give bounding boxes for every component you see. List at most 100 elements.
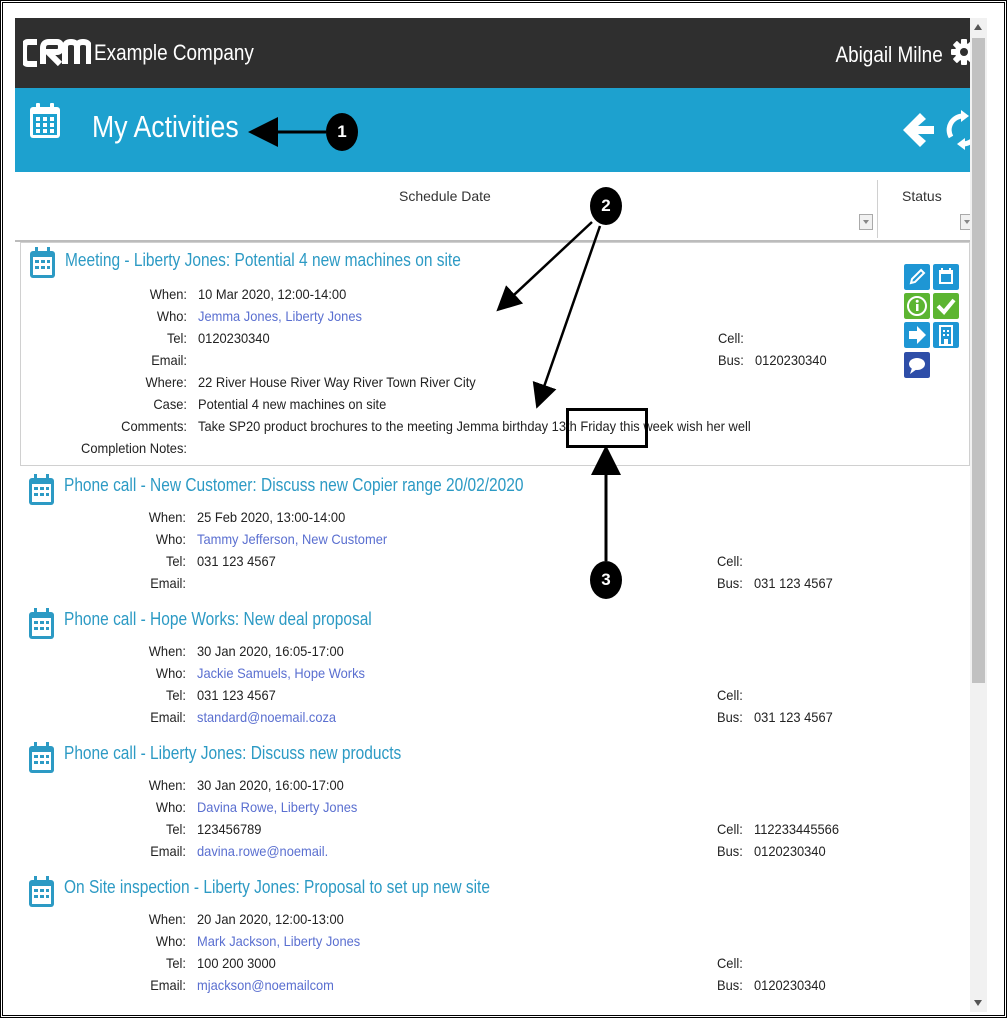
bus-label: Bus: [718,352,744,368]
when-label: When: [148,777,186,793]
case-value: Potential 4 new machines on site [198,396,387,412]
who-link[interactable]: Mark Jackson, Liberty Jones [197,933,360,949]
activity-item[interactable]: Phone call - Liberty Jones: Discuss new … [15,738,985,868]
email-label: Email: [150,843,186,859]
email-link[interactable]: mjackson@noemailcom [197,977,334,993]
tel-label: Tel: [165,687,186,703]
annotation-marker-1: 1 [326,113,358,151]
calendar-icon [29,608,54,639]
email-label: Email: [150,977,186,993]
who-label: Who: [155,799,186,815]
annotation-marker-2: 2 [590,187,622,225]
email-link[interactable]: standard@noemail.coza [197,709,336,725]
crm-app: Example Company Abigail Milne My Activit… [15,18,985,1012]
who-link[interactable]: Tammy Jefferson, New Customer [197,531,387,547]
activity-title-link[interactable]: On Site inspection - Liberty Jones: Prop… [64,877,490,898]
bus-label: Bus: [717,843,743,859]
when-label: When: [148,509,186,525]
where-value: 22 River House River Way River Town Rive… [198,374,476,390]
bus-value[interactable]: 031 123 4567 [754,709,833,725]
schedule-date-filter-button[interactable] [859,214,873,230]
cell-label: Cell: [717,821,743,837]
chat-icon[interactable] [904,352,930,378]
when-value: 10 Mar 2020, 12:00-14:00 [198,286,347,302]
crm-logo [23,38,91,67]
cell-label: Cell: [717,553,743,569]
comments-value: Take SP20 product brochures to the meeti… [198,418,751,434]
bus-label: Bus: [717,575,743,591]
tel-label: Tel: [166,330,187,346]
calendar-icon [29,742,54,773]
tel-value[interactable]: 031 123 4567 [197,687,276,703]
who-label: Who: [155,531,186,547]
activity-item[interactable]: Phone call - New Customer: Discuss new C… [15,470,985,600]
email-link[interactable]: davina.rowe@noemail. [197,843,328,859]
comments-label: Comments: [121,418,187,434]
cell-label: Cell: [718,330,744,346]
where-label: Where: [145,374,187,390]
who-label: Who: [155,933,186,949]
completion-notes-label: Completion Notes: [81,440,187,456]
activity-item[interactable]: On Site inspection - Liberty Jones: Prop… [15,872,985,1012]
scroll-up-arrow-icon[interactable] [974,24,982,30]
user-name[interactable]: Abigail Milne [836,42,943,68]
activity-item[interactable]: Phone call - Hope Works: New deal propos… [15,604,985,734]
calendar-icon [30,103,60,138]
column-schedule-date[interactable]: Schedule Date [399,188,491,204]
annotation-marker-3: 3 [590,561,622,599]
who-link[interactable]: Jemma Jones, Liberty Jones [198,308,362,324]
bus-value[interactable]: 0120230340 [754,977,826,993]
forward-icon[interactable] [904,322,930,348]
comments-text-before: Take SP20 product brochures to the meeti… [198,418,552,434]
when-label: When: [148,911,186,927]
company-icon[interactable] [933,322,959,348]
company-name: Example Company [94,40,254,65]
email-label: Email: [150,709,186,725]
activity-item[interactable]: Meeting - Liberty Jones: Potential 4 new… [20,242,970,466]
who-link[interactable]: Davina Rowe, Liberty Jones [197,799,357,815]
activity-title-link[interactable]: Phone call - New Customer: Discuss new C… [64,475,523,496]
who-link[interactable]: Jackie Samuels, Hope Works [197,665,365,681]
info-icon[interactable] [904,293,930,319]
when-value: 30 Jan 2020, 16:00-17:00 [197,777,344,793]
tel-label: Tel: [165,955,186,971]
who-label: Who: [155,665,186,681]
who-label: Who: [156,308,187,324]
page-title: My Activities [92,109,239,144]
when-value: 25 Feb 2020, 13:00-14:00 [197,509,346,525]
case-label: Case: [153,396,187,412]
cell-value[interactable]: 112233445566 [754,821,839,837]
bus-value[interactable]: 0120230340 [755,352,827,368]
email-label: Email: [151,352,187,368]
complete-icon[interactable] [933,293,959,319]
tel-value[interactable]: 031 123 4567 [197,553,276,569]
calendar-icon[interactable] [933,264,959,290]
tel-value[interactable]: 0120230340 [198,330,270,346]
activity-title-link[interactable]: Phone call - Hope Works: New deal propos… [64,609,372,630]
scroll-down-arrow-icon[interactable] [974,1000,982,1006]
when-label: When: [149,286,187,302]
tel-value[interactable]: 100 200 3000 [197,955,276,971]
activity-title-link[interactable]: Phone call - Liberty Jones: Discuss new … [64,743,401,764]
tel-label: Tel: [165,553,186,569]
calendar-icon [29,474,54,505]
back-arrow-icon[interactable] [900,110,936,150]
when-label: When: [148,643,186,659]
bus-value[interactable]: 031 123 4567 [754,575,833,591]
bus-label: Bus: [717,977,743,993]
scroll-thumb[interactable] [972,38,985,683]
cell-label: Cell: [717,687,743,703]
when-value: 20 Jan 2020, 12:00-13:00 [197,911,344,927]
title-bar: My Activities [15,88,985,172]
column-divider [877,180,878,238]
tel-value[interactable]: 123456789 [197,821,261,837]
grid-header: Schedule Date Status [15,172,985,242]
top-bar: Example Company Abigail Milne [15,18,985,88]
vertical-scrollbar[interactable] [970,18,987,1012]
bus-value[interactable]: 0120230340 [754,843,826,859]
activity-title-link[interactable]: Meeting - Liberty Jones: Potential 4 new… [65,250,461,271]
edit-icon[interactable] [904,264,930,290]
cell-label: Cell: [717,955,743,971]
column-status[interactable]: Status [902,188,942,204]
email-label: Email: [150,575,186,591]
